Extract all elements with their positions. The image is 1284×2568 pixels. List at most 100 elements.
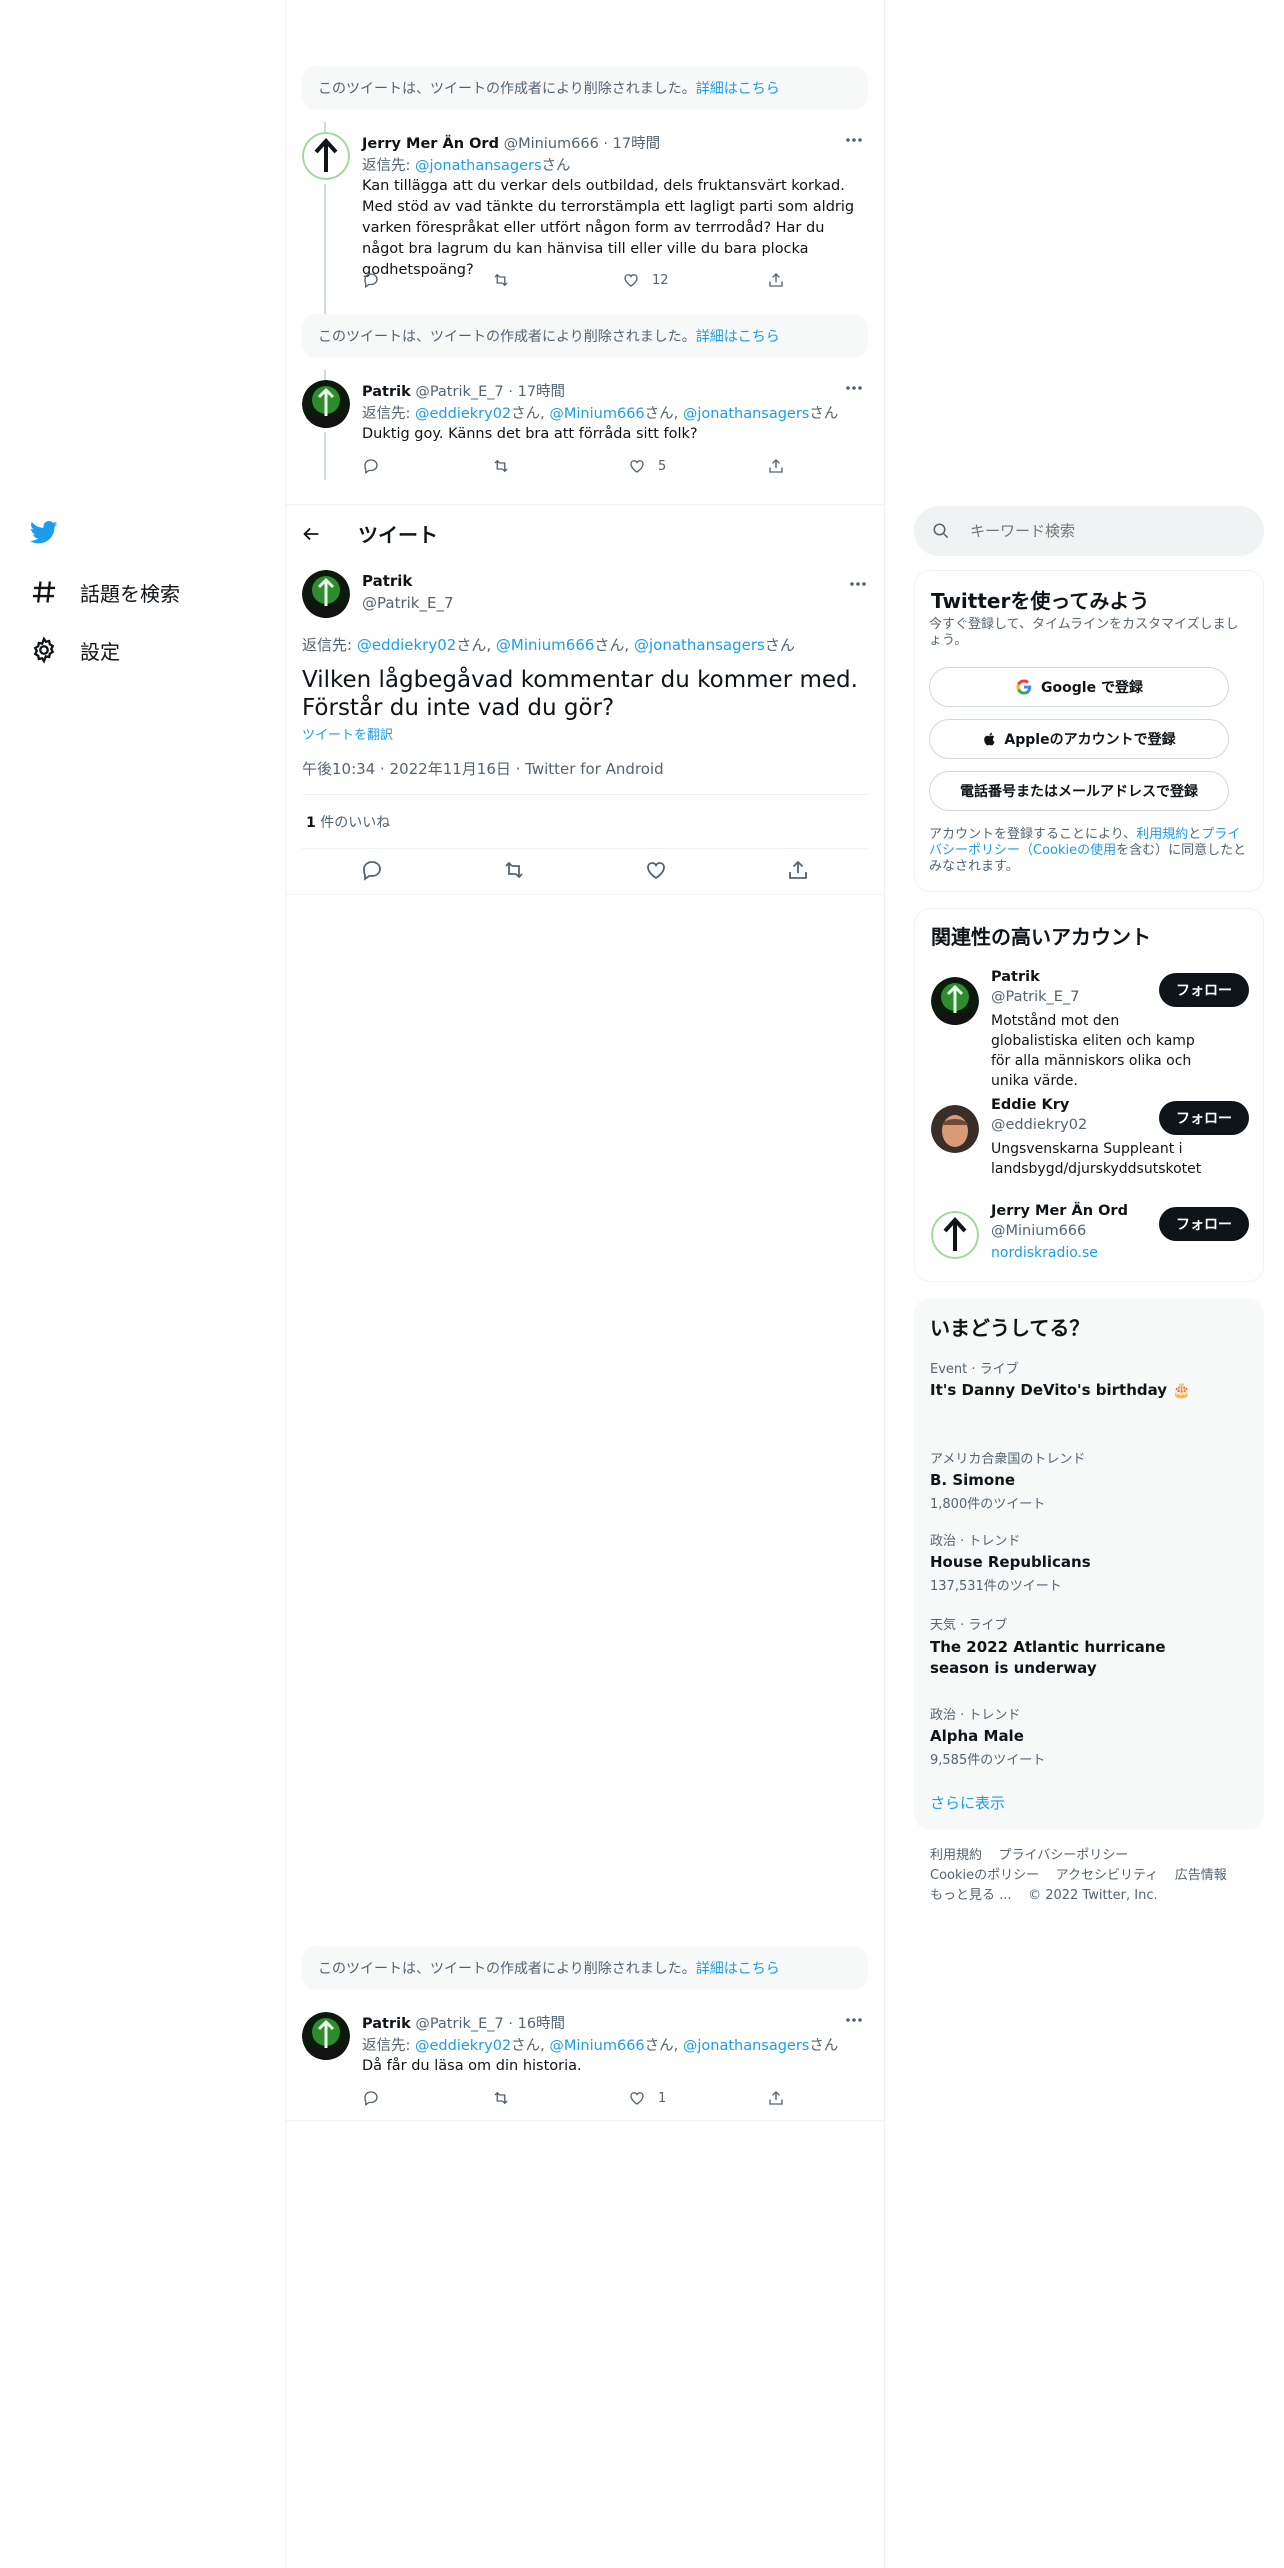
divider <box>302 848 868 849</box>
share-button[interactable] <box>767 2089 785 2107</box>
trend-meta: 天気 · ライブ <box>930 1618 1008 1633</box>
related-accounts-panel: 関連性の高いアカウント Patrik @Patrik_E_7 Motstånd … <box>914 908 1264 1282</box>
follow-button[interactable]: フォロー <box>1159 1207 1249 1241</box>
avatar[interactable] <box>302 2012 350 2060</box>
tweet-meta[interactable]: 午後10:34 · 2022年11月16日 · Twitter for Andr… <box>302 758 664 779</box>
account-name[interactable]: Patrik <box>991 969 1040 985</box>
like-button[interactable]: 1 <box>628 2089 666 2107</box>
account-item[interactable]: Eddie Kry @eddiekry02 Ungsvenskarna Supp… <box>915 1095 1265 1185</box>
show-more-link[interactable]: さらに表示 <box>930 1792 1005 1813</box>
reply-button[interactable] <box>362 271 380 289</box>
reply-to-handle[interactable]: @eddiekry02 <box>415 2038 511 2054</box>
reply-button[interactable] <box>362 2089 380 2107</box>
reply-to-handle[interactable]: @eddiekry02 <box>357 636 457 654</box>
author-name[interactable]: Patrik <box>362 2016 411 2032</box>
avatar[interactable] <box>931 977 979 1025</box>
account-name[interactable]: Jerry Mer Än Ord <box>991 1203 1128 1219</box>
twitter-logo[interactable] <box>30 510 58 554</box>
avatar[interactable] <box>302 132 350 180</box>
tweet-header: Jerry Mer Än Ord @Minium666 · 17時間 <box>362 132 660 153</box>
nav-explore[interactable]: 話題を検索 <box>30 570 180 614</box>
reply-to-handle[interactable]: @eddiekry02 <box>415 406 511 422</box>
likes-summary[interactable]: 1 件のいいね <box>306 812 390 832</box>
author-name[interactable]: Patrik <box>362 572 412 590</box>
avatar[interactable] <box>302 570 350 618</box>
account-item[interactable]: Jerry Mer Än Ord @Minium666 nordiskradio… <box>915 1203 1265 1273</box>
reply-to-handle[interactable]: @jonathansagers <box>683 2038 810 2054</box>
heart-icon[interactable] <box>644 858 668 882</box>
deleted-notice-link[interactable]: 詳細はこちら <box>696 326 780 346</box>
deleted-notice-link[interactable]: 詳細はこちら <box>696 78 780 98</box>
like-button[interactable]: 12 <box>622 271 669 289</box>
author-name[interactable]: Jerry Mer Än Ord <box>362 136 499 152</box>
reply-to-handle[interactable]: @jonathansagers <box>415 158 542 174</box>
reply-icon[interactable] <box>360 858 384 882</box>
translate-link[interactable]: ツイートを翻訳 <box>302 724 393 743</box>
retweet-button[interactable] <box>492 457 510 475</box>
follow-button[interactable]: フォロー <box>1159 1101 1249 1135</box>
account-handle[interactable]: @Patrik_E_7 <box>991 989 1079 1005</box>
avatar[interactable] <box>302 380 350 428</box>
reply-to-handle[interactable]: @Minium666 <box>549 406 644 422</box>
follow-button[interactable]: フォロー <box>1159 973 1249 1007</box>
terms-link[interactable]: 利用規約 <box>1136 827 1188 842</box>
nav-settings[interactable]: 設定 <box>30 628 120 672</box>
footer-ads[interactable]: 広告情報 <box>1175 1868 1227 1883</box>
trend-count: 137,531件のツイート <box>930 1579 1062 1594</box>
more-icon[interactable] <box>842 2010 866 2030</box>
reply-to-suffix: さん <box>809 406 839 422</box>
search-input[interactable] <box>970 520 1240 542</box>
reply-to-handle[interactable]: @jonathansagers <box>683 406 810 422</box>
more-icon[interactable] <box>842 378 866 398</box>
author-handle-time[interactable]: @Minium666 · 17時間 <box>504 136 661 152</box>
like-button[interactable]: 5 <box>628 457 666 475</box>
account-name[interactable]: Eddie Kry <box>991 1097 1069 1113</box>
account-handle[interactable]: @Minium666 <box>991 1223 1086 1239</box>
retweet-icon[interactable] <box>502 858 526 882</box>
deleted-notice-link[interactable]: 詳細はこちら <box>696 1958 780 1978</box>
retweet-button[interactable] <box>492 271 510 289</box>
retweet-button[interactable] <box>492 2089 510 2107</box>
share-button[interactable] <box>767 271 785 289</box>
gear-icon <box>33 636 55 664</box>
reply-to-handle[interactable]: @jonathansagers <box>634 636 765 654</box>
avatar[interactable] <box>931 1211 979 1259</box>
author-handle-time[interactable]: @Patrik_E_7 · 16時間 <box>415 2016 565 2032</box>
account-item[interactable]: Patrik @Patrik_E_7 Motstånd mot den glob… <box>915 967 1265 1089</box>
trend-item[interactable]: Event · ライブ It's Danny DeVito's birthday… <box>930 1358 1250 1399</box>
author-handle-time[interactable]: @Patrik_E_7 · 17時間 <box>415 384 565 400</box>
reply-button[interactable] <box>362 457 380 475</box>
author-name[interactable]: Patrik <box>362 384 411 400</box>
search-box[interactable] <box>914 506 1264 556</box>
more-icon[interactable] <box>846 574 870 594</box>
avatar[interactable] <box>931 1105 979 1153</box>
reply-tweet[interactable]: Patrik @Patrik_E_7 · 17時間 返信先: @eddiekry… <box>300 370 870 490</box>
apple-signup-button[interactable]: Appleのアカウントで登録 <box>929 719 1229 759</box>
trend-title: The 2022 Atlantic hurricane season is un… <box>930 1638 1166 1677</box>
author-handle[interactable]: @Patrik_E_7 <box>362 594 454 612</box>
thread-line <box>324 370 326 380</box>
footer-accessibility[interactable]: アクセシビリティ <box>1056 1868 1159 1883</box>
footer-privacy[interactable]: プライバシーポリシー <box>999 1848 1129 1863</box>
reply-tweet[interactable]: Patrik @Patrik_E_7 · 16時間 返信先: @eddiekry… <box>300 2012 870 2122</box>
reply-to-handle[interactable]: @Minium666 <box>549 2038 644 2054</box>
account-link[interactable]: nordiskradio.se <box>991 1245 1098 1261</box>
google-signup-button[interactable]: Google で登録 <box>929 667 1229 707</box>
trend-item[interactable]: 政治 · トレンド Alpha Male 9,585件のツイート <box>930 1704 1250 1768</box>
trend-item[interactable]: アメリカ合衆国のトレンド B. Simone 1,800件のツイート <box>930 1448 1250 1512</box>
footer-terms[interactable]: 利用規約 <box>930 1848 982 1863</box>
share-icon[interactable] <box>786 858 810 882</box>
reply-to: 返信先: @jonathansagersさん <box>362 154 571 175</box>
trend-item[interactable]: 政治 · トレンド House Republicans 137,531件のツイー… <box>930 1530 1250 1594</box>
reply-tweet[interactable]: Jerry Mer Än Ord @Minium666 · 17時間 返信先: … <box>300 122 870 342</box>
share-button[interactable] <box>767 457 785 475</box>
footer-cookie[interactable]: Cookieのポリシー <box>930 1868 1039 1883</box>
trend-item[interactable]: 天気 · ライブ The 2022 Atlantic hurricane sea… <box>930 1614 1180 1679</box>
back-arrow-icon[interactable] <box>300 523 322 545</box>
footer-more[interactable]: もっと見る ... <box>930 1888 1012 1903</box>
account-handle[interactable]: @eddiekry02 <box>991 1117 1087 1133</box>
reply-to-handle[interactable]: @Minium666 <box>496 636 595 654</box>
phone-email-signup-button[interactable]: 電話番号またはメールアドレスで登録 <box>929 771 1229 811</box>
more-icon[interactable] <box>842 130 866 150</box>
heart-icon <box>630 2092 644 2105</box>
